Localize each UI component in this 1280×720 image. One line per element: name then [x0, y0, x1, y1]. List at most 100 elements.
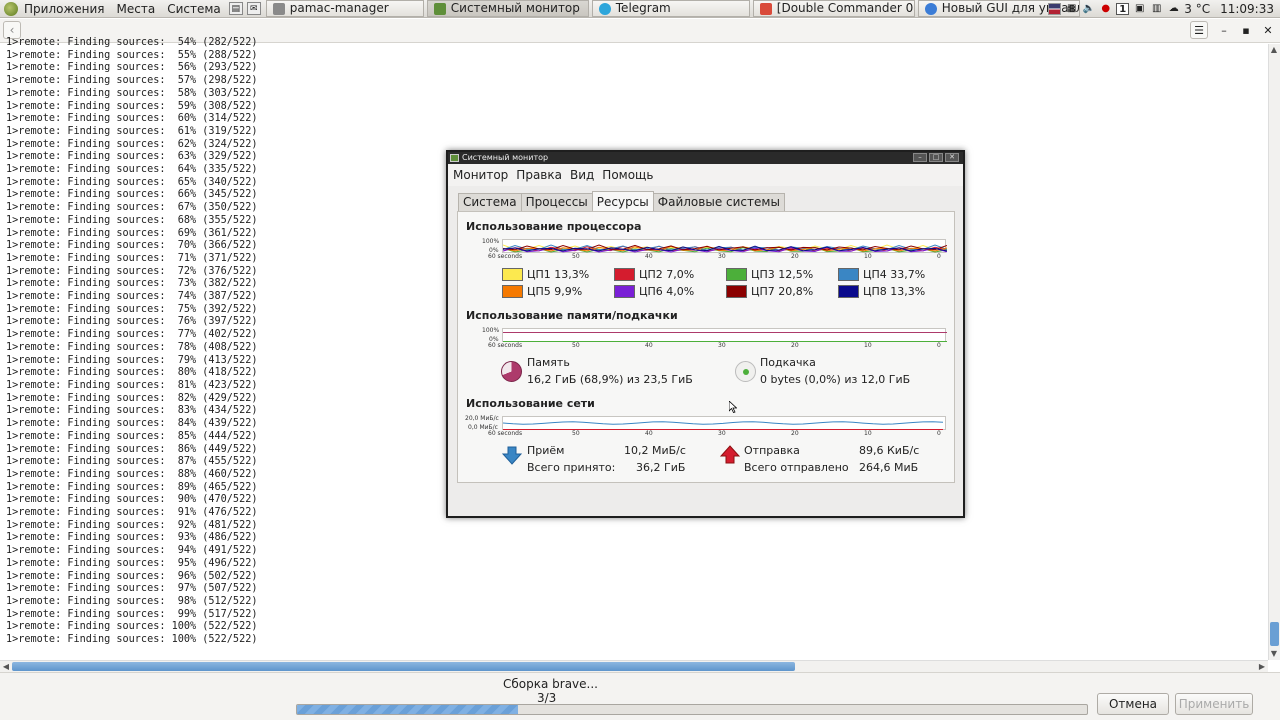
cpu-graph-top-label: 100%	[482, 238, 500, 245]
weather-temp[interactable]: 3 °C	[1184, 2, 1210, 16]
color-swatch[interactable]	[838, 268, 859, 281]
scroll-right-arrow-icon[interactable]: ▶	[1256, 661, 1268, 672]
cpu-legend-item[interactable]: ЦП8 13,3%	[838, 285, 925, 298]
color-swatch[interactable]	[614, 285, 635, 298]
log-line: 1>remote: Finding sources: 94% (491/522)	[6, 545, 258, 557]
close-button[interactable]: ✕	[945, 153, 959, 162]
distro-logo-icon[interactable]	[4, 1, 18, 16]
menu-button[interactable]: ☰	[1190, 21, 1208, 39]
cpu-legend-item[interactable]: ЦП4 33,7%	[838, 268, 925, 281]
menu-monitor[interactable]: Монитор	[453, 168, 508, 182]
file-manager-launcher-icon[interactable]: ▤	[228, 2, 243, 15]
receive-line	[502, 421, 944, 425]
cpu-legend-item[interactable]: ЦП1 13,3%	[502, 268, 589, 281]
menu-applications[interactable]: Приложения	[18, 0, 111, 18]
menu-edit[interactable]: Правка	[516, 168, 562, 182]
tab-processes[interactable]: Процессы	[520, 193, 593, 211]
tab-filesystems[interactable]: Файловые системы	[652, 193, 785, 211]
build-output-log[interactable]: 1>remote: Finding sources: 54% (282/522)…	[6, 37, 446, 647]
log-line: 1>remote: Finding sources: 56% (293/522)	[6, 62, 258, 74]
x-tick-label: 60 seconds	[488, 253, 523, 260]
color-swatch[interactable]	[502, 268, 523, 281]
vertical-scroll-thumb[interactable]	[1270, 622, 1279, 646]
total-sent-value: 264,6 МиБ	[859, 461, 919, 474]
log-line: 1>remote: Finding sources: 88% (460/522)	[6, 468, 258, 480]
taskbar-item-double-commander[interactable]: [Double Commander 0....	[752, 0, 915, 17]
build-step-count: 3/3	[537, 691, 557, 705]
apply-button[interactable]: Применить	[1175, 693, 1253, 715]
cpu-legend-item[interactable]: ЦП5 9,9%	[502, 285, 582, 298]
taskbar-item-pamac[interactable]: pamac-manager	[265, 0, 424, 17]
volume-icon[interactable]: 🔈	[1082, 3, 1095, 15]
scroll-left-arrow-icon[interactable]: ◀	[0, 661, 12, 672]
log-line: 1>remote: Finding sources: 97% (507/522)	[6, 583, 258, 595]
log-line: 1>remote: Finding sources: 98% (512/522)	[6, 595, 258, 607]
total-sent-label: Всего отправлено	[744, 461, 849, 474]
log-line: 1>remote: Finding sources: 61% (319/522)	[6, 125, 258, 137]
workspace-1-icon[interactable]: 1	[1116, 3, 1130, 15]
download-arrow-icon	[502, 446, 522, 465]
cpu-legend-label: ЦП3 12,5%	[751, 268, 814, 281]
swap-label: Подкачка	[760, 356, 816, 369]
keyboard-layout-flag-icon[interactable]	[1048, 3, 1062, 15]
log-line: 1>remote: Finding sources: 82% (429/522)	[6, 392, 258, 404]
minimize-button[interactable]: –	[1218, 24, 1230, 37]
horizontal-scroll-thumb[interactable]	[12, 662, 795, 671]
tab-resources[interactable]: Ресурсы	[591, 191, 654, 211]
log-line: 1>remote: Finding sources: 95% (496/522)	[6, 557, 258, 569]
scroll-up-arrow-icon[interactable]: ▲	[1268, 44, 1280, 56]
shield-icon[interactable]: ●	[1099, 3, 1112, 15]
cpu-legend-item[interactable]: ЦП3 12,5%	[726, 268, 813, 281]
cpu-legend-item[interactable]: ЦП6 4,0%	[614, 285, 694, 298]
network-icon[interactable]: ▥	[1150, 3, 1163, 15]
tab-system[interactable]: Система	[458, 193, 522, 211]
log-line: 1>remote: Finding sources: 72% (376/522)	[6, 265, 258, 277]
menu-view[interactable]: Вид	[570, 168, 594, 182]
menu-help[interactable]: Помощь	[602, 168, 653, 182]
log-line: 1>remote: Finding sources: 78% (408/522)	[6, 341, 258, 353]
log-line: 1>remote: Finding sources: 76% (397/522)	[6, 316, 258, 328]
log-line: 1>remote: Finding sources: 85% (444/522)	[6, 430, 258, 442]
log-line: 1>remote: Finding sources: 74% (387/522)	[6, 291, 258, 303]
pamac-icon	[272, 2, 285, 15]
color-swatch[interactable]	[614, 268, 635, 281]
maximize-button[interactable]: □	[929, 153, 943, 162]
taskbar-item-telegram[interactable]: Telegram	[591, 0, 750, 17]
log-line: 1>remote: Finding sources: 55% (288/522)	[6, 49, 258, 61]
scroll-down-arrow-icon[interactable]: ▼	[1268, 648, 1280, 660]
cpu-section-title: Использование процессора	[466, 220, 642, 233]
taskbar-item-system-monitor[interactable]: Системный монитор	[426, 0, 589, 17]
cpu-legend-item[interactable]: ЦП2 7,0%	[614, 268, 694, 281]
color-swatch[interactable]	[726, 268, 747, 281]
log-line: 1>remote: Finding sources: 99% (517/522)	[6, 608, 258, 620]
build-progress-fill	[297, 705, 519, 714]
log-line: 1>remote: Finding sources: 62% (324/522)	[6, 138, 258, 150]
cpu-legend-item[interactable]: ЦП7 20,8%	[726, 285, 813, 298]
x-tick-label: 0	[937, 430, 941, 437]
x-tick-label: 40	[645, 253, 653, 260]
log-line: 1>remote: Finding sources: 80% (418/522)	[6, 367, 258, 379]
x-tick-label: 10	[864, 253, 872, 260]
log-line: 1>remote: Finding sources: 96% (502/522)	[6, 570, 258, 582]
log-line: 1>remote: Finding sources: 86% (449/522)	[6, 443, 258, 455]
mail-launcher-icon[interactable]: ✉	[246, 2, 261, 15]
maximize-button[interactable]: ▪	[1240, 24, 1252, 37]
log-line: 1>remote: Finding sources: 90% (470/522)	[6, 494, 258, 506]
menu-system[interactable]: Система	[161, 0, 227, 18]
system-monitor-app-icon	[450, 154, 459, 162]
menu-places[interactable]: Места	[111, 0, 162, 18]
color-swatch[interactable]	[502, 285, 523, 298]
clock[interactable]: 11:09:33	[1220, 2, 1274, 16]
window-titlebar[interactable]: Системный монитор – □ ✕	[448, 152, 963, 164]
clipboard-icon[interactable]: ▣	[1133, 3, 1146, 15]
color-swatch[interactable]	[838, 285, 859, 298]
cancel-button[interactable]: Отмена	[1097, 693, 1169, 715]
notes-icon[interactable]: ▦	[1065, 3, 1078, 15]
color-swatch[interactable]	[726, 285, 747, 298]
close-button[interactable]: ✕	[1262, 24, 1274, 37]
vertical-scrollbar[interactable]: ▲ ▼	[1268, 44, 1280, 660]
minimize-button[interactable]: –	[913, 153, 927, 162]
horizontal-scrollbar[interactable]: ◀ ▶	[0, 660, 1268, 672]
log-line: 1>remote: Finding sources: 81% (423/522)	[6, 379, 258, 391]
x-tick-label: 30	[718, 430, 726, 437]
